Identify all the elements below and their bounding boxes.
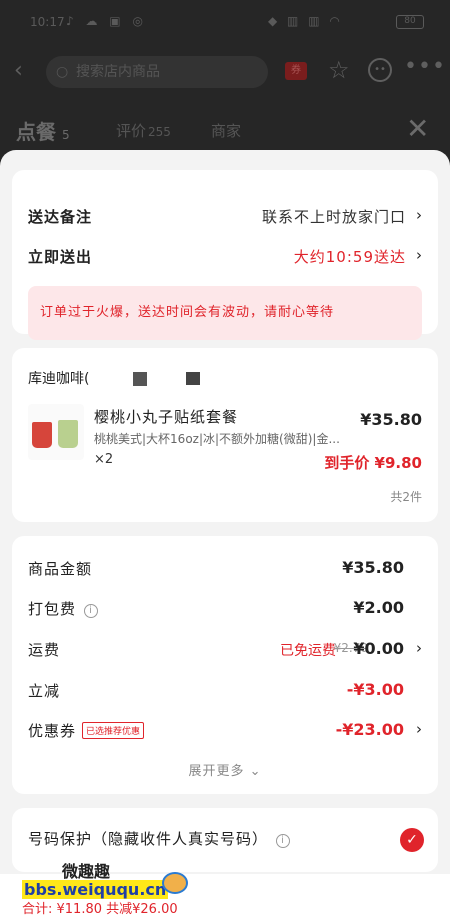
tab-order[interactable]: 点餐 5	[16, 116, 70, 145]
info-icon[interactable]: i	[84, 604, 99, 618]
coupon-value: -¥23.00	[335, 720, 404, 739]
chevron-right-icon: ›	[416, 246, 422, 264]
instant-discount-row: 立减 -¥3.00	[28, 680, 422, 704]
privacy-label: 号码保护（隐藏收件人真实号码）	[28, 830, 269, 848]
goods-amount-row: 商品金额 ¥35.80	[28, 558, 422, 582]
drink-cup-image	[32, 422, 52, 448]
delivery-note-label: 送达备注	[28, 208, 93, 226]
item-total-count: 共2件	[390, 490, 422, 504]
watermark-url: bbs.weiququ.cn	[22, 880, 169, 899]
notification-icons: ♪ ☁ ▣ ◎	[66, 14, 147, 28]
item-price: ¥35.80	[360, 410, 422, 429]
redacted-mark	[133, 372, 147, 386]
tab-shop[interactable]: 商家	[211, 120, 241, 141]
busy-notice: 订单过于火爆，送达时间会有波动，请耐心等待	[28, 286, 422, 340]
chevron-right-icon: ›	[416, 720, 422, 738]
battery-icon: 80	[396, 15, 424, 29]
instant-discount-value: -¥3.00	[346, 680, 404, 699]
expand-more-button[interactable]: 展开更多 ⌄	[12, 760, 438, 779]
watermark-mascot-icon	[162, 872, 188, 894]
shipping-fee-value: ¥0.00	[353, 639, 404, 658]
tab-reviews[interactable]: 评价 255	[116, 120, 171, 141]
goods-amount-label: 商品金额	[28, 560, 93, 578]
item-name: 樱桃小丸子贴纸套餐	[94, 408, 239, 426]
chevron-right-icon: ›	[416, 206, 422, 224]
shop-name: 库迪咖啡(	[28, 371, 90, 387]
packing-fee-row: 打包费 i ¥2.00	[28, 598, 422, 622]
status-bar: 10:17 ♪ ☁ ▣ ◎ ◆ ▥ ▥ ◠ 80	[0, 0, 450, 44]
privacy-checkbox[interactable]: ✓	[400, 828, 424, 852]
info-icon[interactable]: i	[276, 834, 291, 848]
order-confirm-sheet: 送达备注 联系不上时放家门口 › 立即送出 大约10:59送达 › 订单过于火爆…	[0, 150, 450, 920]
instant-discount-label: 立减	[28, 682, 61, 700]
packing-fee-label: 打包费	[28, 600, 77, 618]
chevron-down-icon: ⌄	[249, 764, 262, 779]
redacted-mark	[186, 372, 200, 385]
order-total: 合计: ¥11.80 共减¥26.00	[22, 902, 178, 917]
packing-fee-value: ¥2.00	[353, 598, 404, 617]
coupon-badge-icon[interactable]: 券	[285, 62, 307, 80]
favorite-star-icon[interactable]: ☆	[328, 56, 350, 84]
back-arrow-icon[interactable]: ‹	[14, 58, 23, 83]
customer-service-icon[interactable]: ••	[368, 58, 392, 82]
coupon-row[interactable]: 优惠券 已选推荐优惠 -¥23.00 ›	[28, 720, 422, 744]
chevron-right-icon: ›	[416, 639, 422, 657]
shipping-fee-row[interactable]: 运费 已免运费 ¥2.70 ¥0.00 ›	[28, 639, 422, 663]
signal-icons: ◆ ▥ ▥ ◠	[268, 14, 343, 28]
fees-card: 商品金额 ¥35.80 打包费 i ¥2.00 运费 已免运费 ¥2.70 ¥0.…	[12, 536, 438, 794]
status-time: 10:17	[30, 15, 65, 29]
store-header: ‹ ○ 搜索店内商品 券 ☆ •• •••	[0, 52, 450, 92]
close-icon[interactable]: ✕	[406, 112, 429, 145]
shipping-fee-label: 运费	[28, 641, 61, 659]
coupon-selected-tag: 已选推荐优惠	[82, 722, 145, 739]
search-icon: ○	[56, 64, 69, 80]
search-input[interactable]: ○ 搜索店内商品	[46, 56, 268, 88]
goods-amount-value: ¥35.80	[342, 558, 404, 577]
item-quantity: ×2	[94, 452, 114, 467]
drink-cup-image	[58, 420, 78, 448]
delivery-time-label: 立即送出	[28, 248, 93, 266]
item-spec[interactable]: 桃桃美式|大杯16oz|冰|不额外加糖(微甜)|金...	[94, 430, 426, 447]
store-tabs: 点餐 5 评价 255 商家 ✕	[0, 112, 450, 148]
item-deal-price: 到手价 ¥9.80	[324, 454, 422, 472]
coupon-label: 优惠券	[28, 722, 77, 740]
delivery-note-row[interactable]: 送达备注 联系不上时放家门口 ›	[28, 206, 422, 230]
free-shipping-tag: 已免运费	[280, 643, 336, 659]
delivery-time-value: 大约10:59送达	[293, 248, 406, 266]
items-card: 库迪咖啡( 樱桃小丸子贴纸套餐 ¥35.80 桃桃美式|大杯16oz|冰|不额外…	[12, 348, 438, 522]
watermark-logo-text: 微趣趣	[62, 862, 111, 881]
more-options-icon[interactable]: •••	[404, 54, 446, 79]
search-placeholder: 搜索店内商品	[76, 64, 160, 80]
delivery-card: 送达备注 联系不上时放家门口 › 立即送出 大约10:59送达 › 订单过于火爆…	[12, 170, 438, 340]
delivery-time-row[interactable]: 立即送出 大约10:59送达 ›	[28, 246, 422, 270]
delivery-note-value: 联系不上时放家门口	[261, 208, 406, 226]
